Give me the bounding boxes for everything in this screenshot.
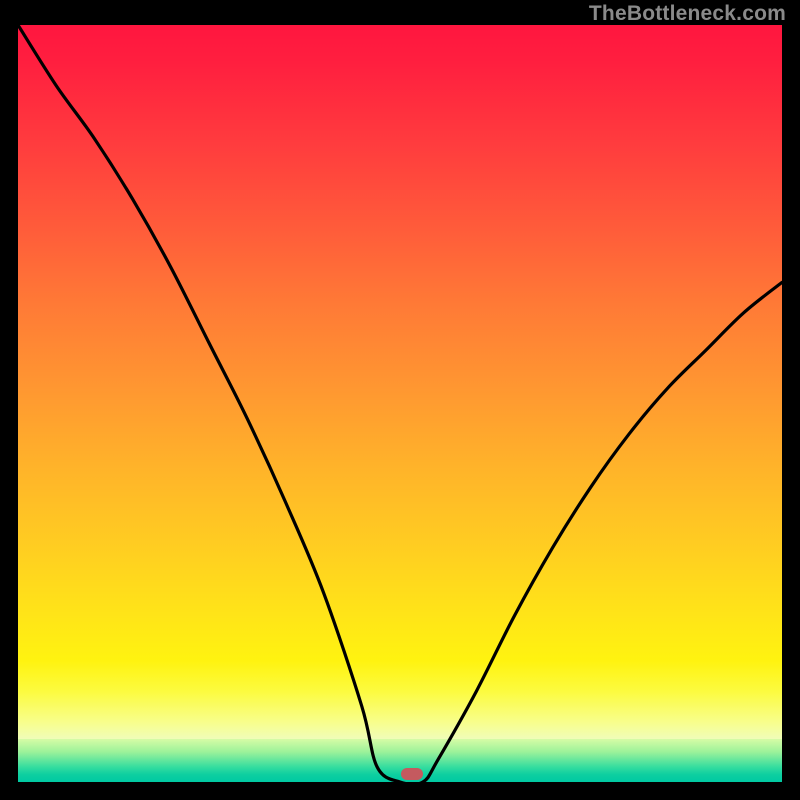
curve-path <box>18 25 782 782</box>
bottleneck-curve <box>18 25 782 782</box>
minimum-marker <box>401 768 423 780</box>
watermark-text: TheBottleneck.com <box>589 2 786 26</box>
plot-area <box>18 25 782 782</box>
chart-frame: TheBottleneck.com <box>0 0 800 800</box>
